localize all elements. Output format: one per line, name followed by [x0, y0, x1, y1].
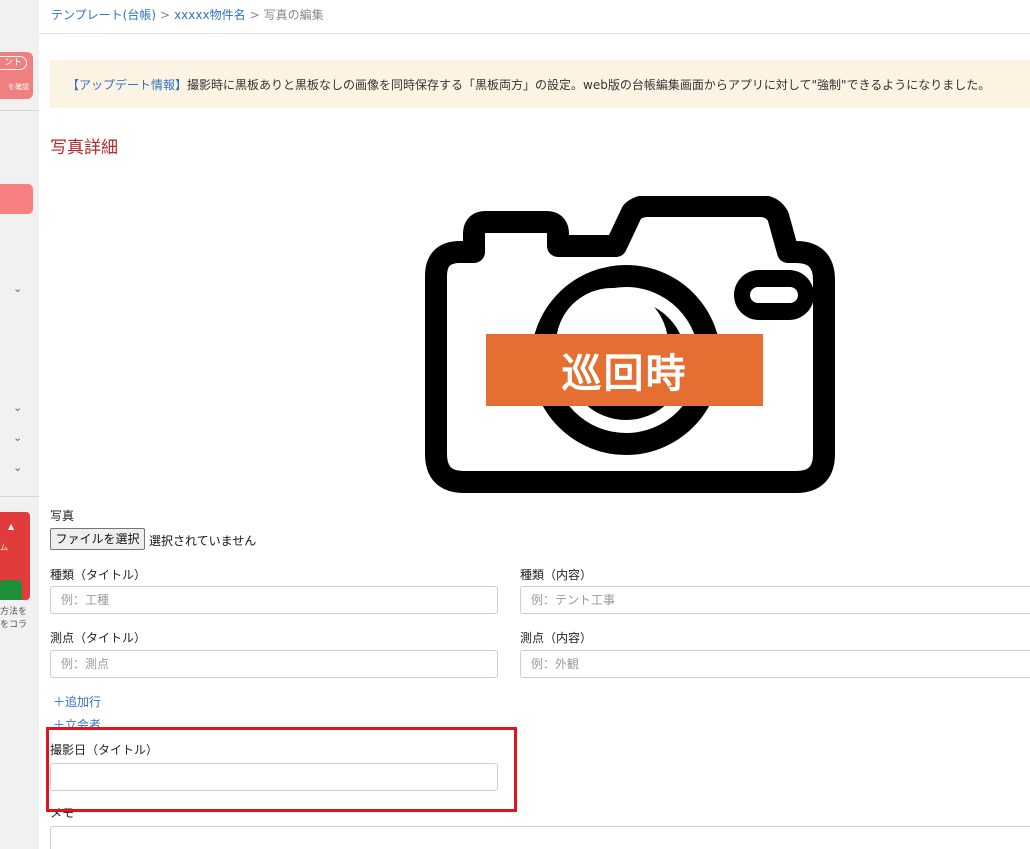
breadcrumb-separator: >: [160, 8, 171, 22]
breadcrumb-property[interactable]: xxxxx物件名: [174, 8, 246, 22]
sidebar-promo-text[interactable]: をコラ: [0, 617, 27, 630]
date-title-input[interactable]: [50, 763, 498, 791]
breadcrumb-separator: >: [249, 8, 260, 22]
sidebar-account-pill[interactable]: ント を確認: [0, 52, 33, 99]
notice-tag-link[interactable]: 【アップデート情報】: [67, 78, 187, 92]
banner-top-text: ▲: [8, 522, 15, 531]
chevron-down-icon[interactable]: ⌄: [13, 431, 22, 444]
type-content-input[interactable]: [520, 586, 1030, 614]
add-witness-link[interactable]: ＋立会者: [53, 716, 101, 733]
notice-text: 撮影時に黒板ありと黒板なしの画像を同時保存する「黒板両方」の設定。web版の台帳…: [187, 78, 991, 92]
sidebar-promo-text[interactable]: 方法を: [0, 604, 27, 617]
memo-textarea[interactable]: [50, 826, 1030, 849]
chevron-down-icon[interactable]: ⌄: [13, 401, 22, 414]
memo-label: メモ: [50, 806, 75, 820]
header: テンプレート(台帳) > xxxxx物件名 > 写真の編集: [39, 0, 1030, 34]
file-select-button[interactable]: ファイルを選択: [50, 528, 145, 550]
breadcrumb: テンプレート(台帳) > xxxxx物件名 > 写真の編集: [51, 6, 324, 23]
file-status-text: 選択されていません: [149, 534, 257, 548]
banner-mid-text: ム: [0, 543, 8, 552]
point-title-label: 測点（タイトル）: [50, 631, 147, 645]
point-content-input[interactable]: [520, 650, 1030, 678]
sidebar-divider: [0, 110, 39, 111]
breadcrumb-templates[interactable]: テンプレート(台帳): [51, 8, 156, 22]
point-content-label: 測点（内容）: [520, 631, 593, 645]
sidebar-pill-label: ント: [0, 56, 27, 70]
photo-preview: 巡回時: [416, 196, 838, 494]
breadcrumb-current: 写真の編集: [263, 8, 324, 22]
add-row-link[interactable]: ＋追加行: [53, 693, 101, 710]
date-title-label: 撮影日（タイトル）: [50, 741, 163, 758]
photo-label-band: 巡回時: [486, 334, 763, 406]
chevron-down-icon[interactable]: ⌄: [13, 461, 22, 474]
update-notice: 【アップデート情報】撮影時に黒板ありと黒板なしの画像を同時保存する「黒板両方」の…: [50, 60, 1030, 108]
type-content-label: 種類（内容）: [520, 568, 593, 582]
page-title: 写真詳細: [50, 138, 118, 158]
sidebar-item-active[interactable]: [0, 184, 33, 214]
sidebar-pill-sub: を確認: [8, 83, 29, 91]
photo-label: 写真: [50, 509, 75, 523]
chevron-down-icon[interactable]: ⌄: [13, 282, 22, 295]
type-title-label: 種類（タイトル）: [50, 568, 147, 582]
banner-graphic: [0, 580, 22, 600]
sidebar: ント を確認 ⌄ ⌄ ⌄ ⌄ ▲ ム 方法を をコラ: [0, 0, 39, 849]
sidebar-divider: [0, 496, 39, 497]
point-title-input[interactable]: [50, 650, 498, 678]
notice-text-wrap: 【アップデート情報】撮影時に黒板ありと黒板なしの画像を同時保存する「黒板両方」の…: [67, 76, 990, 93]
type-title-input[interactable]: [50, 586, 498, 614]
sidebar-promo-banner[interactable]: ▲ ム: [0, 512, 30, 600]
